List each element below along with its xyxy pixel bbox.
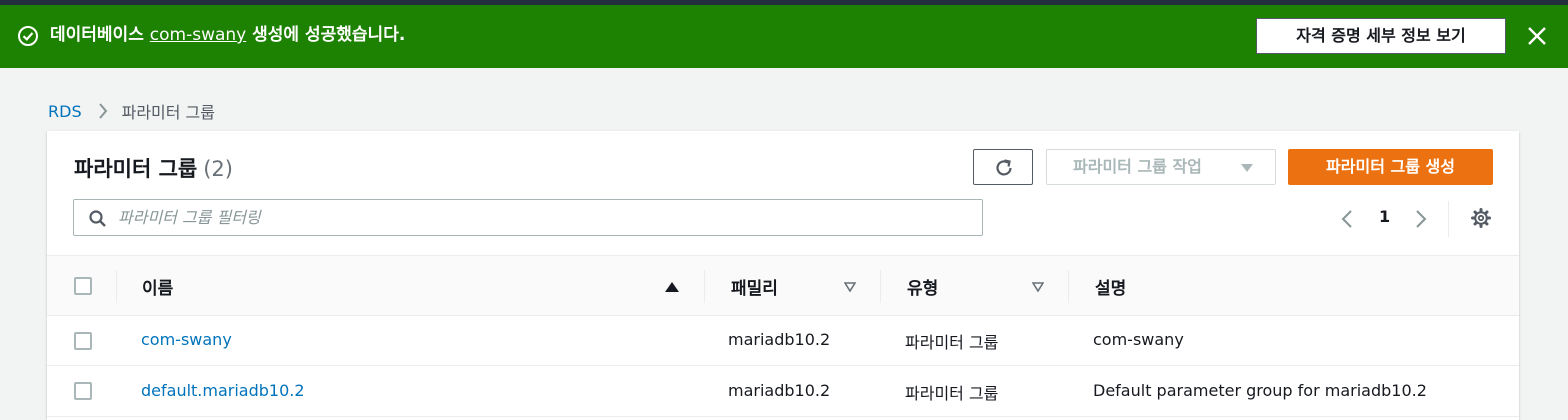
- flash-message-suffix: 생성에 성공했습니다.: [252, 25, 406, 45]
- actions-button-label: 파라미터 그룹 작업: [1073, 157, 1202, 176]
- filter-box: [73, 199, 983, 236]
- table-row: com-swany mariadb10.2 파라미터 그룹 com-swany: [47, 316, 1519, 366]
- gear-icon[interactable]: [1470, 207, 1492, 229]
- chevron-right-icon: [98, 103, 107, 119]
- item-count: (2): [203, 157, 233, 181]
- search-icon: [89, 210, 106, 227]
- chevron-right-icon[interactable]: [1414, 208, 1428, 230]
- description-cell: com-swany: [1093, 330, 1184, 349]
- refresh-button[interactable]: [973, 149, 1033, 185]
- breadcrumb-rds[interactable]: RDS: [48, 102, 82, 121]
- success-flashbar: 데이터베이스 com-swany 생성에 성공했습니다. 자격 증명 세부 정보…: [0, 5, 1568, 68]
- column-divider: [880, 270, 881, 303]
- family-cell: mariadb10.2: [728, 330, 831, 349]
- parameter-group-name-link[interactable]: default.mariadb10.2: [141, 381, 305, 400]
- breadcrumb: RDS 파라미터 그룹: [48, 99, 215, 123]
- description-cell: Default parameter group for mariadb10.2: [1093, 381, 1427, 400]
- row-checkbox[interactable]: [74, 382, 92, 400]
- sort-icon[interactable]: [1032, 282, 1044, 292]
- select-all-checkbox[interactable]: [74, 277, 92, 295]
- page-title: 파라미터 그룹 (2): [74, 153, 233, 183]
- column-header-description[interactable]: 설명: [1095, 274, 1126, 299]
- flash-message: 데이터베이스 com-swany 생성에 성공했습니다.: [50, 24, 405, 46]
- row-checkbox[interactable]: [74, 332, 92, 350]
- column-header-type[interactable]: 유형: [907, 274, 938, 299]
- parameter-groups-panel: 파라미터 그룹(2) 파라미터 그룹 작업 파라미터 그룹 생성 1: [47, 131, 1519, 420]
- caret-down-icon: [1241, 164, 1253, 172]
- check-circle-icon: [18, 26, 38, 46]
- column-header-name[interactable]: 이름: [142, 274, 173, 299]
- type-cell: 파라미터 그룹: [905, 333, 999, 352]
- pager-divider: [1448, 201, 1449, 237]
- column-divider: [704, 270, 705, 303]
- view-credential-details-button[interactable]: 자격 증명 세부 정보 보기: [1256, 18, 1506, 54]
- parameter-group-actions-dropdown[interactable]: 파라미터 그룹 작업: [1046, 149, 1276, 185]
- breadcrumb-current: 파라미터 그룹: [121, 103, 215, 122]
- create-parameter-group-button[interactable]: 파라미터 그룹 생성: [1288, 149, 1493, 185]
- panel-title-text: 파라미터 그룹: [74, 157, 198, 181]
- family-cell: mariadb10.2: [728, 381, 831, 400]
- sort-ascending-icon[interactable]: [665, 282, 679, 292]
- column-divider: [116, 270, 117, 303]
- refresh-icon: [996, 159, 1012, 176]
- page-number[interactable]: 1: [1379, 207, 1390, 226]
- table-header: 이름 패밀리 유형 설명: [47, 255, 1519, 316]
- table-row: default.mariadb10.2 mariadb10.2 파라미터 그룹 …: [47, 367, 1519, 417]
- type-cell: 파라미터 그룹: [905, 384, 999, 403]
- close-icon[interactable]: [1524, 23, 1550, 49]
- filter-input[interactable]: [118, 204, 968, 231]
- parameter-group-name-link[interactable]: com-swany: [141, 330, 232, 349]
- column-header-family[interactable]: 패밀리: [731, 274, 778, 299]
- sort-icon[interactable]: [844, 282, 856, 292]
- column-divider: [1068, 270, 1069, 303]
- database-link[interactable]: com-swany: [150, 25, 246, 45]
- chevron-left-icon[interactable]: [1340, 208, 1354, 230]
- flash-message-prefix: 데이터베이스: [50, 25, 144, 45]
